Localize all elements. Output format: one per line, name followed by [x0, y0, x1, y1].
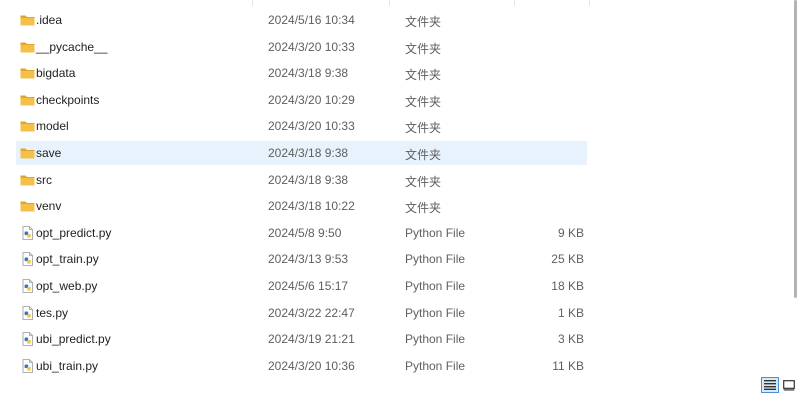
file-type: Python File [405, 225, 466, 240]
file-size: 3 KB [557, 332, 584, 347]
file-name: __pycache__ [36, 39, 108, 54]
file-row[interactable]: checkpoints 2024/3/20 10:29 文件夹 [16, 88, 587, 112]
file-type: 文件夹 [405, 41, 442, 56]
file-row[interactable]: opt_web.py 2024/5/6 15:17 Python File 18 KB [16, 274, 587, 298]
file-row[interactable]: model 2024/3/20 10:33 文件夹 [16, 114, 587, 138]
file-date-modified: 2024/3/20 10:33 [268, 39, 355, 54]
file-type: 文件夹 [405, 201, 442, 216]
folder-icon [20, 201, 35, 212]
file-type: Python File [405, 305, 466, 320]
file-type: 文件夹 [405, 15, 442, 29]
file-size: 11 KB [552, 358, 584, 373]
column-divider-type[interactable] [389, 0, 390, 6]
file-row[interactable]: venv 2024/3/18 10:22 文件夹 [16, 194, 587, 218]
file-name: tes.py [36, 305, 69, 320]
folder-icon [20, 42, 35, 53]
file-row[interactable]: ubi_predict.py 2024/3/19 21:21 Python File… [16, 327, 587, 351]
file-date-modified: 2024/3/20 10:29 [268, 92, 355, 107]
file-date-modified: 2024/3/18 10:22 [268, 199, 355, 214]
details-view-button[interactable] [761, 377, 779, 393]
file-date-modified: 2024/3/18 9:38 [268, 66, 349, 81]
file-name: src [36, 172, 52, 187]
scrollbar-thumb[interactable] [794, 0, 797, 298]
python-file-icon [22, 279, 33, 293]
file-date-modified: 2024/5/16 10:34 [268, 13, 355, 27]
file-date-modified: 2024/3/18 9:38 [268, 172, 349, 187]
large-icons-view-button[interactable] [780, 377, 798, 393]
file-date-modified: 2024/3/18 9:38 [268, 146, 349, 160]
file-row[interactable]: src 2024/3/18 9:38 文件夹 [16, 168, 587, 192]
python-file-icon [22, 225, 33, 240]
file-row[interactable]: ubi_train.py 2024/3/20 10:36 Python File 11… [16, 354, 587, 378]
file-type: 文件夹 [405, 94, 442, 109]
file-date-modified: 2024/3/19 21:21 [268, 332, 355, 347]
file-type: Python File [405, 332, 466, 347]
column-divider-end[interactable] [589, 0, 590, 6]
folder-icon [20, 175, 35, 186]
file-date-modified: 2024/3/22 22:47 [268, 305, 355, 320]
file-row[interactable]: opt_train.py 2024/3/13 9:53 Python File 25 … [16, 247, 587, 271]
file-type: 文件夹 [405, 121, 442, 136]
file-name: opt_web.py [36, 279, 98, 293]
folder-icon [20, 15, 35, 26]
file-explorer: .idea 2024/5/16 10:34 文件夹 __pycache__ 2024/3… [0, 0, 800, 393]
file-size: 9 KB [557, 225, 584, 240]
python-file-icon [22, 252, 33, 267]
file-row[interactable]: tes.py 2024/3/22 22:47 Python File 1 KB [16, 301, 587, 325]
file-date-modified: 2024/5/8 9:50 [268, 225, 342, 240]
python-file-icon [22, 305, 33, 320]
python-file-icon [22, 358, 33, 373]
python-file-icon [22, 332, 33, 347]
column-divider-date[interactable] [252, 0, 253, 6]
file-name: model [36, 119, 69, 134]
file-type: Python File [405, 252, 466, 267]
vertical-scrollbar[interactable] [790, 0, 800, 375]
file-type: Python File [405, 279, 466, 293]
large-icons-view-icon [783, 379, 795, 390]
file-size: 18 KB [551, 279, 584, 293]
file-name: .idea [36, 13, 63, 27]
file-size: 25 KB [551, 252, 584, 267]
file-name: ubi_predict.py [36, 332, 111, 347]
file-size: 1 KB [557, 305, 584, 320]
folder-icon [20, 148, 35, 159]
details-view-icon [764, 380, 776, 390]
file-name: venv [36, 199, 62, 214]
file-row[interactable]: save 2024/3/18 9:38 文件夹 [16, 141, 587, 165]
file-type: 文件夹 [405, 174, 442, 189]
file-name: ubi_train.py [36, 358, 99, 373]
file-row[interactable]: .idea 2024/5/16 10:34 文件夹 [16, 8, 587, 32]
file-name: opt_predict.py [36, 225, 112, 240]
file-date-modified: 2024/3/13 9:53 [268, 252, 349, 267]
file-name: save [36, 146, 62, 160]
file-name: checkpoints [36, 92, 100, 107]
file-type: 文件夹 [405, 68, 442, 83]
file-date-modified: 2024/3/20 10:36 [268, 358, 355, 373]
file-type: Python File [405, 358, 466, 373]
folder-icon [20, 95, 35, 106]
file-date-modified: 2024/3/20 10:33 [268, 119, 355, 134]
file-row[interactable]: bigdata 2024/3/18 9:38 文件夹 [16, 61, 587, 85]
folder-icon [20, 121, 35, 132]
file-type: 文件夹 [405, 148, 442, 162]
file-name: bigdata [36, 66, 76, 81]
column-divider-size[interactable] [514, 0, 515, 6]
folder-icon [20, 68, 35, 79]
file-row[interactable]: opt_predict.py 2024/5/8 9:50 Python File 9 … [16, 221, 587, 245]
file-name: opt_train.py [36, 252, 99, 267]
file-date-modified: 2024/5/6 15:17 [268, 279, 349, 293]
file-row[interactable]: __pycache__ 2024/3/20 10:33 文件夹 [16, 35, 587, 59]
